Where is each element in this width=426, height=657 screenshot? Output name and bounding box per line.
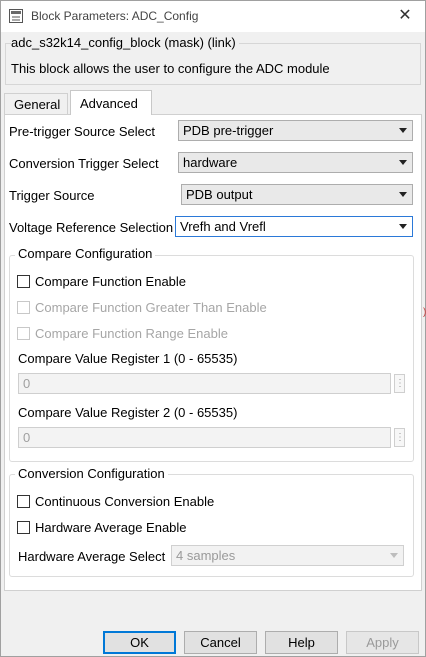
trigger-source-label: Trigger Source: [9, 188, 95, 203]
voltage-ref-select[interactable]: Vrefh and Vrefl: [175, 216, 413, 237]
hardware-average-select[interactable]: 4 samples: [171, 545, 404, 566]
close-icon[interactable]: ✕: [395, 6, 415, 26]
tab-advanced[interactable]: Advanced: [70, 90, 152, 115]
voltage-ref-label: Voltage Reference Selection: [9, 220, 174, 235]
mask-description-area: adc_s32k14_config_block (mask) (link) Th…: [3, 32, 423, 87]
pretrigger-select[interactable]: PDB pre-trigger: [178, 120, 413, 141]
conversion-trigger-label: Conversion Trigger Select: [9, 156, 159, 171]
title-bar: Block Parameters: ADC_Config ✕: [1, 1, 425, 32]
conversion-config-title: Conversion Configuration: [15, 466, 168, 481]
chevron-down-icon: [399, 128, 407, 133]
compare-register1-input[interactable]: 0: [18, 373, 391, 394]
compare-function-enable-checkbox[interactable]: Compare Function Enable: [17, 274, 186, 289]
compare-register1-value: 0: [23, 376, 31, 391]
compare-register2-label: Compare Value Register 2 (0 - 65535): [18, 405, 238, 420]
apply-button[interactable]: Apply: [346, 631, 419, 654]
compare-range-enable-checkbox[interactable]: Compare Function Range Enable: [17, 326, 228, 341]
checkbox-box: [17, 495, 30, 508]
trigger-source-value: PDB output: [186, 187, 253, 202]
hardware-average-enable-label: Hardware Average Enable: [35, 520, 187, 535]
pretrigger-label: Pre-trigger Source Select: [9, 124, 155, 139]
checkbox-box: [17, 327, 30, 340]
trigger-source-select[interactable]: PDB output: [181, 184, 413, 205]
compare-greater-than-checkbox[interactable]: Compare Function Greater Than Enable: [17, 300, 267, 315]
checkbox-box: [17, 275, 30, 288]
chevron-down-icon: [390, 553, 398, 558]
mask-description: This block allows the user to configure …: [11, 61, 330, 76]
conversion-trigger-select[interactable]: hardware: [178, 152, 413, 173]
compare-greater-than-label: Compare Function Greater Than Enable: [35, 300, 267, 315]
chevron-down-icon: [399, 160, 407, 165]
chevron-down-icon: [399, 192, 407, 197]
voltage-ref-value: Vrefh and Vrefl: [180, 219, 266, 234]
block-parameters-icon: [9, 9, 23, 23]
compare-config-title: Compare Configuration: [15, 246, 156, 261]
mask-title: adc_s32k14_config_block (mask) (link): [11, 35, 239, 50]
compare-register1-label: Compare Value Register 1 (0 - 65535): [18, 351, 238, 366]
block-parameters-dialog: Block Parameters: ADC_Config ✕ adc_s32k1…: [0, 0, 426, 657]
compare-function-enable-label: Compare Function Enable: [35, 274, 187, 289]
window-title: Block Parameters: ADC_Config: [31, 9, 199, 23]
compare-register1-spinner-icon[interactable]: ⋮: [394, 374, 405, 393]
checkbox-box: [17, 521, 30, 534]
help-button[interactable]: Help: [265, 631, 338, 654]
continuous-conversion-checkbox[interactable]: Continuous Conversion Enable: [17, 494, 214, 509]
compare-range-enable-label: Compare Function Range Enable: [35, 326, 228, 341]
conversion-trigger-value: hardware: [183, 155, 238, 170]
chevron-down-icon: [399, 224, 407, 229]
compare-register2-input[interactable]: 0: [18, 427, 391, 448]
hardware-average-select-label: Hardware Average Select: [18, 549, 166, 564]
tab-general[interactable]: General: [4, 93, 68, 114]
ok-button[interactable]: OK: [103, 631, 176, 654]
cancel-button[interactable]: Cancel: [184, 631, 257, 654]
tab-bar: General Advanced: [4, 90, 424, 115]
advanced-panel: Pre-trigger Source Select PDB pre-trigge…: [4, 114, 422, 591]
hardware-average-select-value: 4 samples: [176, 548, 236, 563]
continuous-conversion-label: Continuous Conversion Enable: [35, 494, 215, 509]
compare-register2-spinner-icon[interactable]: ⋮: [394, 428, 405, 447]
pretrigger-value: PDB pre-trigger: [183, 123, 274, 138]
checkbox-box: [17, 301, 30, 314]
compare-register2-value: 0: [23, 430, 31, 445]
hardware-average-enable-checkbox[interactable]: Hardware Average Enable: [17, 520, 187, 535]
